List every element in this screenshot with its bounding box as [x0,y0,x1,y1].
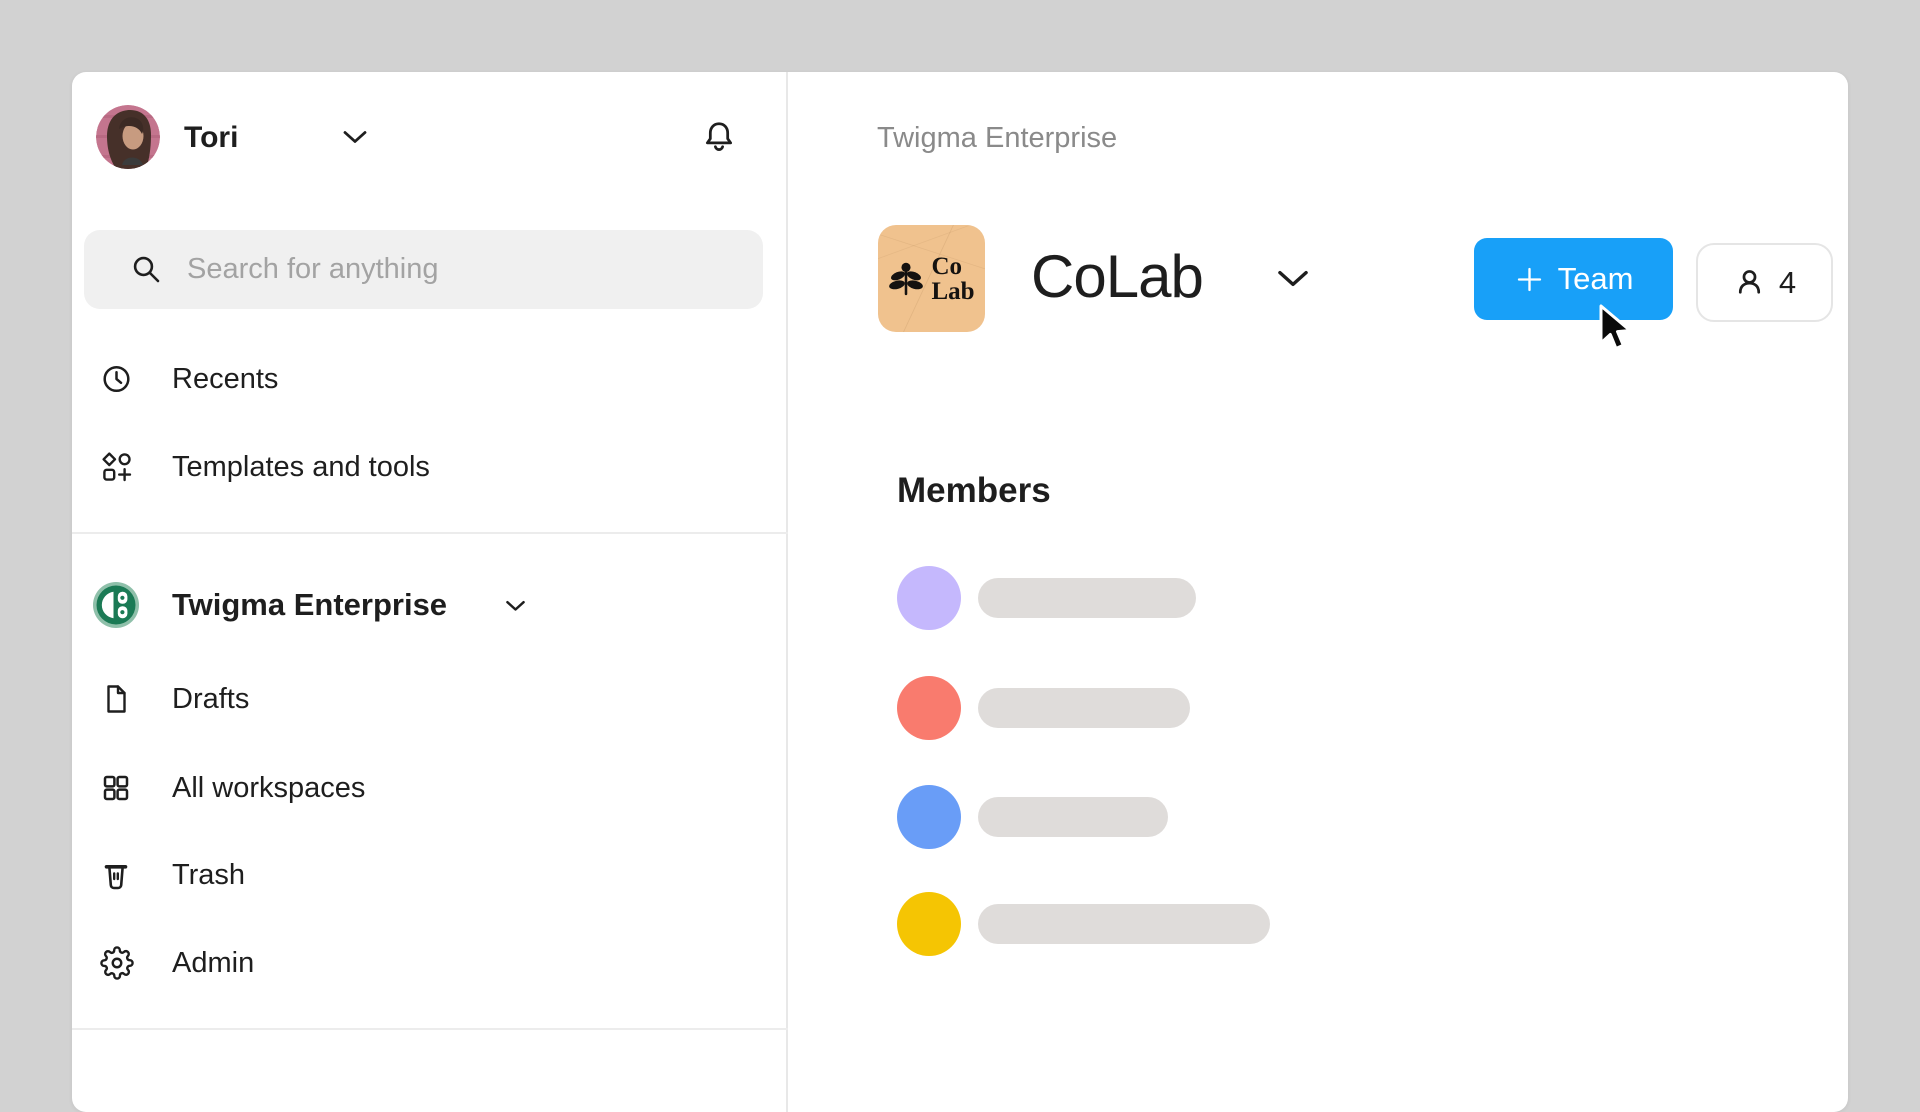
org-name: Twigma Enterprise [172,585,447,625]
team-logo-wordmark: Co Lab [931,254,974,304]
sidebar-item-templates[interactable]: Templates and tools [72,445,788,489]
member-avatar [897,785,961,849]
clock-icon [100,363,133,396]
grid-icon [100,772,132,804]
member-avatar [897,676,961,740]
sidebar-divider [72,1028,788,1030]
member-name-placeholder-bar [978,578,1196,618]
member-row[interactable] [897,785,1168,849]
sidebar-divider [72,532,788,534]
chevron-down-icon[interactable] [342,129,368,145]
templates-icon [100,450,134,484]
plant-icon [888,251,924,307]
file-icon [100,683,132,715]
app-window: Tori Recents [72,72,1848,1112]
sidebar-item-label: Drafts [172,679,249,719]
member-avatar [897,566,961,630]
members-heading: Members [897,470,1051,512]
member-name-placeholder-bar [978,797,1168,837]
member-row[interactable] [897,566,1196,630]
sidebar-item-label: Recents [172,359,278,399]
sidebar-item-label: Trash [172,855,245,895]
sidebar-item-trash[interactable]: Trash [72,853,788,897]
breadcrumb[interactable]: Twigma Enterprise [877,120,1117,156]
sidebar-item-recents[interactable]: Recents [72,357,788,401]
add-team-button[interactable]: Team [1474,238,1673,320]
bell-icon[interactable] [701,119,737,155]
member-avatar [897,892,961,956]
page-title: CoLab [1031,239,1203,315]
member-row[interactable] [897,676,1190,740]
chevron-down-icon [505,599,526,613]
avatar-image [96,105,160,169]
member-name-placeholder-bar [978,904,1270,944]
chevron-down-icon[interactable] [1276,268,1310,289]
gear-icon [100,946,134,980]
user-avatar[interactable] [96,105,160,169]
search-bar [84,230,763,309]
sidebar-item-all-workspaces[interactable]: All workspaces [72,766,788,810]
sidebar: Tori Recents [72,72,788,1112]
sidebar-item-admin[interactable]: Admin [72,941,788,985]
sidebar-org-twigma-enterprise[interactable]: Twigma Enterprise [72,581,788,629]
search-input[interactable] [84,230,763,309]
trash-icon [100,859,132,891]
sidebar-item-drafts[interactable]: Drafts [72,677,788,721]
team-logo: Co Lab [878,225,985,332]
sidebar-item-label: All workspaces [172,768,365,808]
sidebar-item-label: Admin [172,943,254,983]
member-row[interactable] [897,892,1270,956]
member-count-button[interactable]: 4 [1696,243,1833,322]
plus-icon [1514,264,1545,295]
user-name[interactable]: Tori [184,119,238,157]
org-logo-icon [92,581,140,629]
add-team-label: Team [1558,261,1634,297]
person-icon [1733,266,1766,299]
member-count: 4 [1779,265,1796,301]
sidebar-item-label: Templates and tools [172,447,430,487]
member-name-placeholder-bar [978,688,1190,728]
